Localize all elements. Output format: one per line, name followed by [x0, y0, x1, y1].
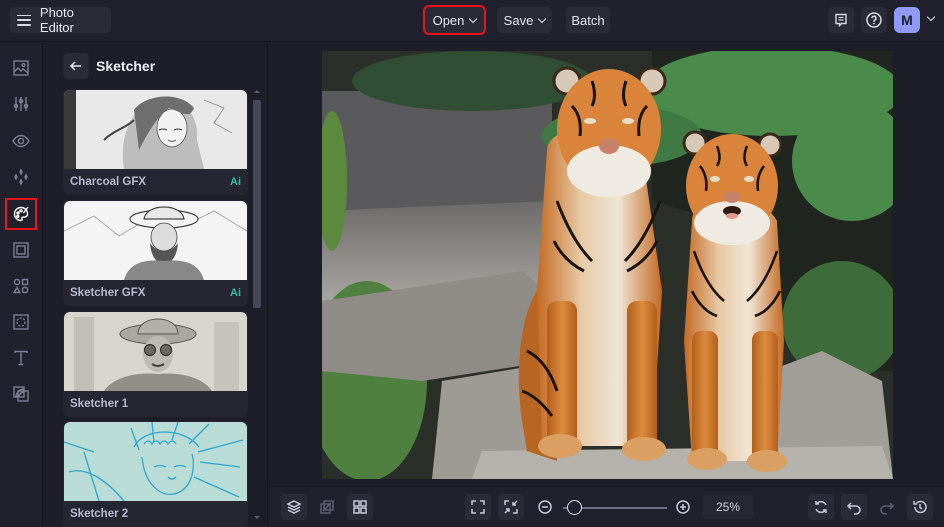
text-icon: [14, 350, 28, 366]
rail-item-graphics[interactable]: [7, 272, 35, 300]
reset-button[interactable]: [808, 494, 834, 520]
frame-icon: [13, 242, 29, 258]
tool-rail: [0, 43, 43, 524]
effect-card-name: Sketcher 2: [70, 508, 129, 520]
effect-thumbnail: [64, 422, 247, 501]
effect-card-charcoal-gfx[interactable]: Charcoal GFX Ai: [63, 89, 248, 195]
rail-item-adjust[interactable]: [7, 90, 35, 118]
layers-button[interactable]: [281, 494, 307, 520]
save-label: Save: [503, 12, 534, 28]
top-bar: Photo Editor Open Save Batch M: [0, 0, 944, 42]
history-button[interactable]: [907, 494, 933, 520]
bottom-toolbar: 25%: [269, 486, 944, 524]
app-menu-button[interactable]: Photo Editor: [10, 5, 111, 35]
reset-icon: [815, 500, 827, 514]
eye-icon: [12, 134, 30, 148]
zoom-out-button[interactable]: [532, 494, 558, 520]
effect-card-sketcher-gfx[interactable]: Sketcher GFX Ai: [63, 200, 248, 306]
grid-button[interactable]: [347, 494, 373, 520]
rail-item-text[interactable]: [7, 344, 35, 372]
help-button[interactable]: [861, 7, 887, 33]
palette-brush-icon: [13, 206, 29, 222]
zoom-level-input[interactable]: 25%: [703, 495, 753, 519]
scroll-down-arrow-icon[interactable]: [254, 516, 260, 519]
overlay-icon: [13, 314, 29, 330]
undo-button[interactable]: [841, 494, 867, 520]
scroll-up-arrow-icon[interactable]: [254, 90, 260, 93]
effect-card-sketcher-1[interactable]: Sketcher 1: [63, 311, 248, 417]
help-icon: [866, 12, 882, 28]
chevron-down-icon: [469, 14, 478, 23]
actual-size-button[interactable]: [498, 494, 524, 520]
rail-item-effects[interactable]: [7, 163, 35, 191]
batch-button[interactable]: Batch: [566, 7, 610, 33]
avatar[interactable]: M: [894, 7, 920, 33]
grid-icon: [353, 500, 367, 514]
save-button[interactable]: Save: [497, 7, 552, 33]
history-icon: [913, 500, 927, 514]
effect-thumbnail: [64, 201, 247, 280]
sliders-icon: [13, 97, 29, 111]
feedback-icon: [835, 13, 847, 28]
zoom-out-icon: [538, 500, 552, 514]
arrow-left-icon: [69, 61, 81, 71]
effect-thumbnail: [64, 312, 247, 391]
ai-badge: Ai: [230, 287, 241, 299]
rail-item-view[interactable]: [7, 127, 35, 155]
effect-thumbnail: [64, 90, 247, 169]
ai-badge: Ai: [230, 176, 241, 188]
texture-icon: [13, 386, 29, 402]
layers-icon: [286, 500, 302, 514]
rail-item-textures[interactable]: [7, 380, 35, 408]
sparkle-icon: [14, 168, 28, 186]
shrink-icon: [504, 500, 518, 514]
feedback-button[interactable]: [828, 7, 854, 33]
photo-canvas[interactable]: [322, 51, 893, 479]
image-icon: [13, 60, 29, 76]
rail-item-artsy[interactable]: [5, 198, 37, 230]
redo-icon: [880, 502, 895, 515]
zoom-in-button[interactable]: [670, 494, 696, 520]
fit-screen-icon: [471, 500, 485, 514]
shapes-icon: [13, 278, 29, 294]
zoom-in-icon: [676, 500, 690, 514]
app-title: Photo Editor: [39, 5, 74, 35]
zoom-slider-handle[interactable]: [567, 500, 583, 515]
rail-item-image[interactable]: [7, 54, 35, 82]
chevron-down-icon: [538, 14, 547, 23]
panel-title: Sketcher: [96, 58, 156, 74]
compare-button[interactable]: [314, 494, 340, 520]
back-button[interactable]: [63, 53, 89, 79]
rail-item-frames[interactable]: [7, 236, 35, 264]
panel-scrollbar[interactable]: [253, 90, 261, 521]
rail-item-overlays[interactable]: [7, 308, 35, 336]
compare-icon: [320, 500, 334, 514]
effect-card-name: Sketcher GFX: [70, 287, 146, 299]
tigers-photo: [322, 51, 893, 479]
undo-icon: [846, 502, 861, 515]
fit-screen-button[interactable]: [465, 494, 491, 520]
redo-button[interactable]: [874, 494, 900, 520]
zoom-slider[interactable]: [563, 500, 667, 515]
avatar-chevron-down-icon[interactable]: [926, 12, 936, 22]
sketcher-panel: Sketcher Charcoal GFX Ai Sketcher GFX Ai…: [44, 43, 268, 527]
effect-card-sketcher-2[interactable]: Sketcher 2: [63, 421, 248, 527]
effect-card-name: Charcoal GFX: [70, 176, 147, 188]
effect-card-name: Sketcher 1: [70, 398, 129, 410]
open-button[interactable]: Open: [423, 5, 486, 35]
canvas-area: [269, 43, 944, 486]
scrollbar-thumb[interactable]: [253, 100, 261, 308]
hamburger-menu-icon: [17, 14, 31, 26]
open-label: Open: [432, 12, 465, 28]
batch-label: Batch: [571, 12, 605, 28]
